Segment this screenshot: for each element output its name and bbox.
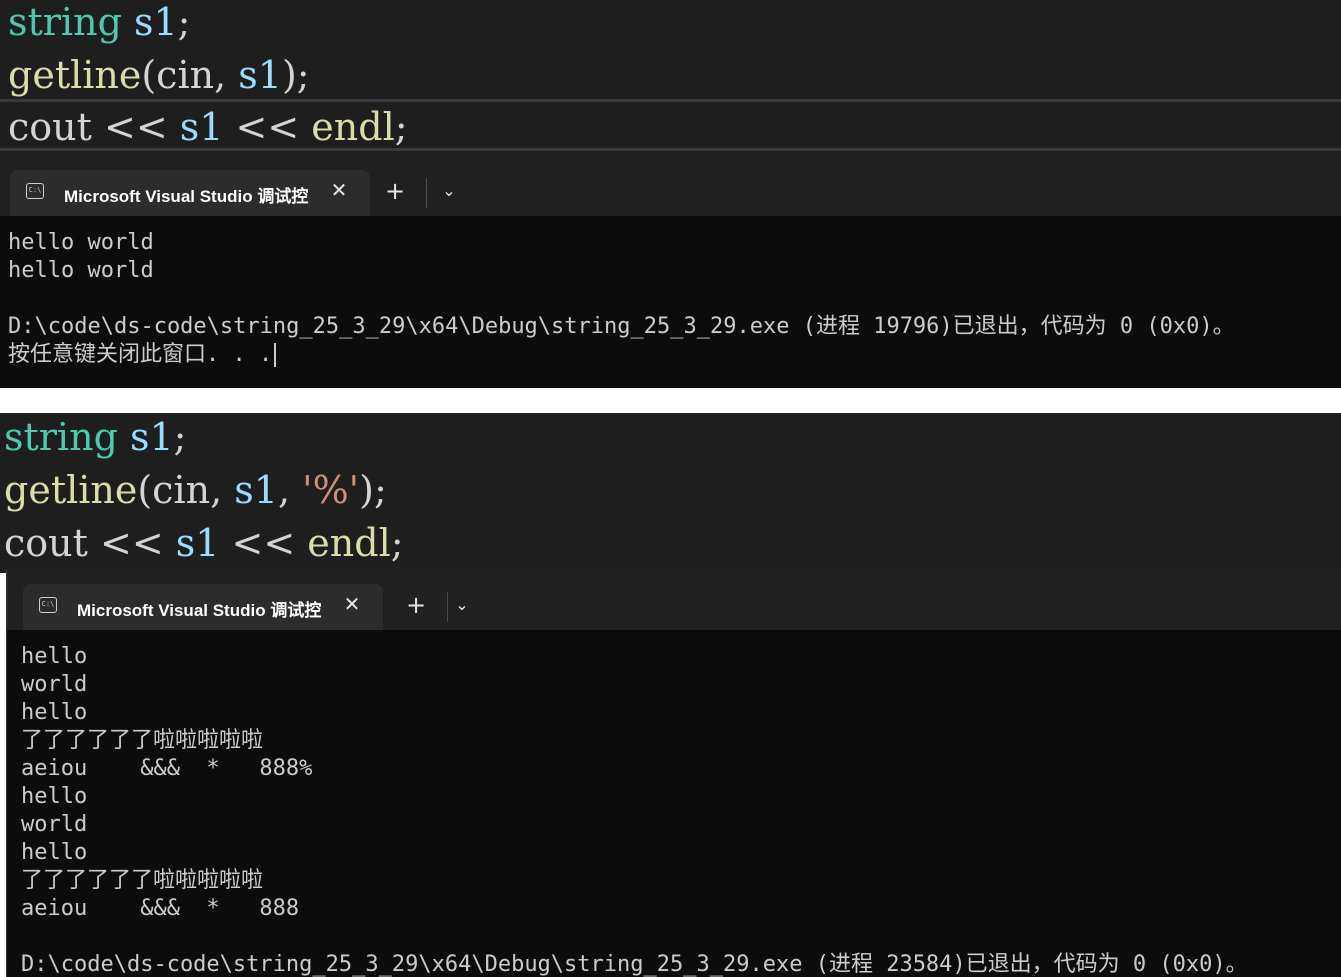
output-line: aeiou &&& * 888 [21, 896, 300, 921]
tab-bar: C:\ Microsoft Visual Studio 调试控 ✕ + ⌄ [0, 154, 1341, 216]
code-token: cout [8, 105, 92, 149]
code-line: cout << s1 << endl; [4, 517, 404, 570]
output-line: hello [21, 784, 88, 809]
code-token: '%' [302, 468, 360, 512]
code-token: s1 [129, 415, 174, 459]
output-line: world [21, 812, 88, 837]
output-line: hello [21, 644, 88, 669]
close-icon[interactable]: ✕ [341, 593, 363, 615]
code-token: string [4, 415, 118, 459]
tab-title: Microsoft Visual Studio 调试控 [77, 601, 322, 620]
tab-bar: C:\ Microsoft Visual Studio 调试控 ✕ + ⌄ [7, 570, 1341, 630]
code-line: string s1; [8, 0, 190, 49]
tab-divider [447, 592, 448, 622]
code-token: << [219, 521, 308, 565]
chevron-down-icon[interactable]: ⌄ [438, 180, 460, 202]
output-line: D:\code\ds-code\string_25_3_29\x64\Debug… [8, 314, 1235, 339]
code-token: ); [359, 468, 387, 512]
output-line: world [21, 672, 88, 697]
code-token: ); [281, 53, 310, 97]
code-token: s1 [179, 105, 224, 149]
output-line: hello world [8, 230, 154, 255]
code-token: << [223, 105, 312, 149]
output-line: 了了了了了了啦啦啦啦啦 [21, 868, 264, 893]
output-line: hello world [8, 258, 154, 283]
code-token: endl [307, 521, 391, 565]
code-token: s1 [234, 468, 278, 512]
code-line: getline(cin, s1, '%'); [4, 464, 387, 517]
terminal-output[interactable]: hello world hello 了了了了了了啦啦啦啦啦 aeiou &&& … [7, 630, 1341, 977]
code-token: endl [311, 105, 395, 149]
code-token: ; [173, 415, 187, 459]
console-icon: C:\ [39, 597, 57, 613]
output-line: D:\code\ds-code\string_25_3_29\x64\Debug… [21, 952, 1248, 977]
code-line: string s1; [4, 413, 186, 464]
terminal-tab[interactable]: C:\ Microsoft Visual Studio 调试控 ✕ [10, 170, 370, 216]
line-divider [0, 148, 1341, 151]
terminal-tab[interactable]: C:\ Microsoft Visual Studio 调试控 ✕ [23, 584, 383, 630]
plus-icon[interactable]: + [384, 179, 406, 203]
plus-icon[interactable]: + [405, 593, 427, 617]
terminal-output[interactable]: hello world hello world D:\code\ds-code\… [0, 216, 1341, 388]
close-icon[interactable]: ✕ [328, 179, 350, 201]
chevron-down-icon[interactable]: ⌄ [451, 594, 473, 616]
output-line: 了了了了了了啦啦啦啦啦 [21, 728, 264, 753]
console-icon: C:\ [26, 183, 44, 199]
output-line: 按任意键关闭此窗口. . . [8, 341, 277, 369]
code-token: cout [4, 521, 88, 565]
terminal-window-1: C:\ Microsoft Visual Studio 调试控 ✕ + ⌄ he… [0, 154, 1341, 388]
code-line: getline(cin, s1); [8, 49, 310, 102]
text-cursor [274, 343, 277, 367]
terminal-window-2: C:\ Microsoft Visual Studio 调试控 ✕ + ⌄ he… [6, 570, 1341, 977]
code-token: s1 [175, 521, 220, 565]
code-token: s1 [238, 53, 282, 97]
tab-title: Microsoft Visual Studio 调试控 [64, 187, 309, 206]
code-token: << [87, 521, 176, 565]
code-token: ; [177, 0, 191, 44]
code-token: string [8, 0, 122, 44]
output-text: 按任意键关闭此窗口. . . [8, 342, 273, 367]
code-snippet-2: string s1; getline(cin, s1, '%'); cout <… [0, 413, 1341, 573]
code-token: getline [4, 468, 138, 512]
code-token: (cin, [137, 468, 235, 512]
code-token: getline [8, 53, 142, 97]
code-token: (cin, [141, 53, 239, 97]
output-line: hello [21, 840, 88, 865]
code-token: << [91, 105, 180, 149]
code-token: ; [390, 521, 404, 565]
output-line: aeiou &&& * 888% [21, 756, 313, 781]
tab-divider [426, 178, 427, 208]
code-token: , [277, 468, 303, 512]
code-token: s1 [133, 0, 178, 44]
code-snippet-1: string s1; getline(cin, s1); cout << s1 … [0, 0, 1341, 154]
output-line: hello [21, 700, 88, 725]
code-token: ; [394, 105, 408, 149]
code-line: cout << s1 << endl; [8, 101, 408, 154]
